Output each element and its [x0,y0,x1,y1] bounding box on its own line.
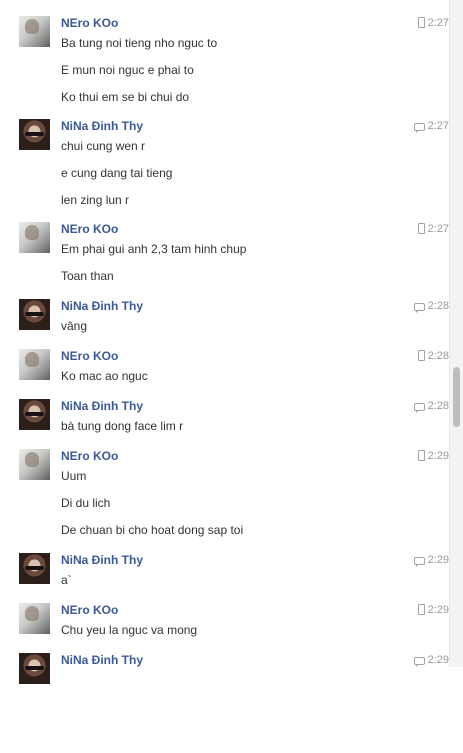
timestamp: 2:28 [427,400,449,412]
chat-icon [413,303,425,313]
avatar[interactable] [19,553,50,584]
timestamp: 2:27 [427,223,449,235]
sender-name[interactable]: NiNa Đinh Thy [61,299,143,313]
mobile-icon [417,350,425,361]
timestamp: 2:29 [427,604,449,616]
chat-icon [413,403,425,413]
sender-name[interactable]: NEro KOo [61,16,118,30]
avatar[interactable] [19,299,50,330]
mobile-icon [417,223,425,234]
timestamp: 2:27 [427,17,449,29]
avatar[interactable] [19,603,50,634]
message-text: chui cung wen r [61,139,146,153]
timestamp: 2:27 [427,120,449,132]
message-text: Di du lich [61,496,111,510]
scrollbar-thumb[interactable] [453,367,460,427]
timestamp: 2:29 [427,554,449,566]
message-text: E mun noi nguc e phai to [61,63,194,77]
sender-name[interactable]: NEro KOo [61,603,118,617]
avatar[interactable] [19,16,50,47]
conversation-thread[interactable]: NEro KOo 2:27 Ba tung noi tieng nho nguc t… [0,0,449,684]
message-meta: 2:29 [413,553,449,567]
mobile-icon [417,604,425,615]
chat-icon [413,557,425,567]
avatar[interactable] [19,119,50,150]
message-text: vâng [61,319,88,333]
timestamp: 2:28 [427,300,449,312]
avatar[interactable] [19,449,50,480]
sender-name[interactable]: NEro KOo [61,222,118,236]
vertical-scrollbar[interactable] [449,0,463,667]
sender-name[interactable]: NiNa Đinh Thy [61,653,143,667]
message-meta: 2:27 [417,222,449,236]
message-group: NEro KOo 2:27 Ba tung noi tieng nho nguc t… [0,16,449,116]
message-text: Chu yeu la nguc va mong [61,623,198,637]
avatar[interactable] [19,349,50,380]
avatar[interactable] [19,399,50,430]
message-text: Ko mac ao nguc [61,369,148,383]
mobile-icon [417,450,425,461]
timestamp: 2:29 [427,450,449,462]
chat-icon [413,657,425,667]
message-meta: 2:27 [417,16,449,30]
mobile-icon [417,17,425,28]
sender-name[interactable]: NEro KOo [61,349,118,363]
message-meta: 2:29 [417,603,449,617]
message-meta: 2:29 [413,653,449,667]
message-text: De chuan bi cho hoat dong sap toi [61,523,244,537]
message-text: Em phai gui anh 2,3 tam hinh chup [61,242,247,256]
sender-name[interactable]: NiNa Đinh Thy [61,399,143,413]
message-meta: 2:28 [413,299,449,313]
sender-name[interactable]: NiNa Đinh Thy [61,553,143,567]
message-group: NEro KOo 2:29 Uum Di du lich De chuan bi cho… [0,449,449,549]
message-text: Toan than [61,269,114,283]
avatar[interactable] [19,222,50,253]
message-text: a` [61,573,72,587]
message-meta: 2:27 [413,119,449,133]
message-meta: 2:29 [417,449,449,463]
timestamp: 2:29 [427,654,449,666]
message-text: e cung dang tai tieng [61,166,173,180]
message-group: NiNa Đinh Thy 2:27 chui cung wen r e cung d… [0,119,449,219]
message-text: len zing lun r [61,193,130,207]
avatar[interactable] [19,653,50,684]
message-meta: 2:28 [417,349,449,363]
chat-icon [413,123,425,133]
message-text: Ba tung noi tieng nho nguc to [61,36,218,50]
message-text: bà tung dong face lim r [61,419,184,433]
sender-name[interactable]: NiNa Đinh Thy [61,119,143,133]
timestamp: 2:28 [427,350,449,362]
message-meta: 2:28 [413,399,449,413]
message-text: Uum [61,469,87,483]
message-text: Ko thui em se bi chui do [61,90,190,104]
sender-name[interactable]: NEro KOo [61,449,118,463]
message-group: NiNa Đinh Thy 2:29 [0,653,449,753]
